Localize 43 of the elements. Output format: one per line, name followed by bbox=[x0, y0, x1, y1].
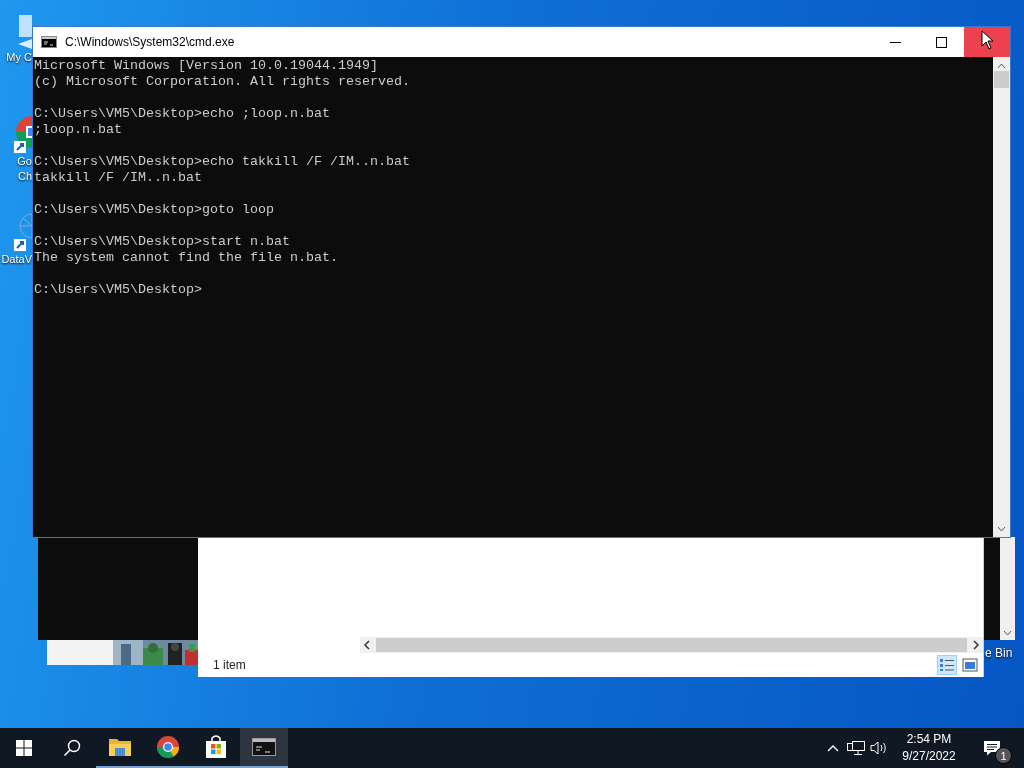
terminal-taskbar-button[interactable] bbox=[240, 728, 288, 768]
vertical-scrollbar[interactable] bbox=[993, 57, 1010, 537]
close-button[interactable] bbox=[964, 27, 1010, 57]
search-icon[interactable] bbox=[63, 739, 81, 757]
file-explorer-icon[interactable] bbox=[108, 737, 132, 757]
store-icon[interactable] bbox=[205, 735, 227, 759]
notification-badge: 1 bbox=[995, 747, 1012, 764]
chrome-icon[interactable] bbox=[156, 735, 180, 759]
terminal-icon bbox=[41, 36, 57, 48]
mouse-pointer-icon bbox=[981, 30, 994, 50]
console-line: ;loop.n.bat bbox=[34, 122, 122, 138]
details-view-button[interactable] bbox=[937, 655, 957, 675]
clock[interactable]: 2:54 PM 9/27/2022 bbox=[890, 728, 968, 768]
network-icon bbox=[14, 212, 32, 252]
chevron-up-icon[interactable] bbox=[997, 63, 1006, 69]
computer-icon bbox=[18, 14, 32, 50]
maximize-icon[interactable] bbox=[935, 36, 947, 48]
icon-label: Ch bbox=[17, 169, 32, 184]
horizontal-scrollbar[interactable] bbox=[360, 637, 983, 653]
icon-label: My C bbox=[6, 50, 32, 65]
console-line: C:\Users\VM5\Desktop>echo ;loop.n.bat bbox=[34, 106, 330, 122]
icon-label: Go bbox=[17, 154, 32, 169]
icon-label: DataV bbox=[1, 252, 32, 267]
chevron-down-icon[interactable] bbox=[997, 526, 1006, 532]
chrome-icon bbox=[14, 114, 32, 154]
console-line: takkill /F /IM..n.bat bbox=[34, 170, 202, 186]
console-line: The system cannot find the file n.bat. bbox=[34, 250, 338, 266]
scrollbar-thumb[interactable] bbox=[994, 71, 1009, 88]
item-count: 1 item bbox=[213, 658, 246, 672]
console-line: C:\Users\VM5\Desktop>start n.bat bbox=[34, 234, 290, 250]
thumbnails-view-button[interactable] bbox=[960, 655, 980, 675]
terminal-icon[interactable] bbox=[252, 738, 276, 756]
console-line: C:\Users\VM5\Desktop>echo takkill /F /IM..n.bat bbox=[34, 154, 410, 170]
console-line: C:\Users\VM5\Desktop>goto loop bbox=[34, 202, 274, 218]
console-line: C:\Users\VM5\Desktop> bbox=[34, 282, 202, 298]
console-line: (c) Microsoft Corporation. All rights reserved. bbox=[34, 74, 410, 90]
chevron-down-icon[interactable] bbox=[1003, 630, 1012, 636]
window-title: C:\Windows\System32\cmd.exe bbox=[65, 35, 236, 49]
icon-label: e Bin bbox=[985, 646, 1013, 661]
message-icon[interactable] bbox=[983, 740, 1001, 756]
scrollbar[interactable] bbox=[1000, 537, 1015, 640]
notification-button[interactable]: 1 bbox=[968, 728, 1016, 768]
console-line: Microsoft Windows [Version 10.0.19044.1949] bbox=[34, 58, 378, 74]
